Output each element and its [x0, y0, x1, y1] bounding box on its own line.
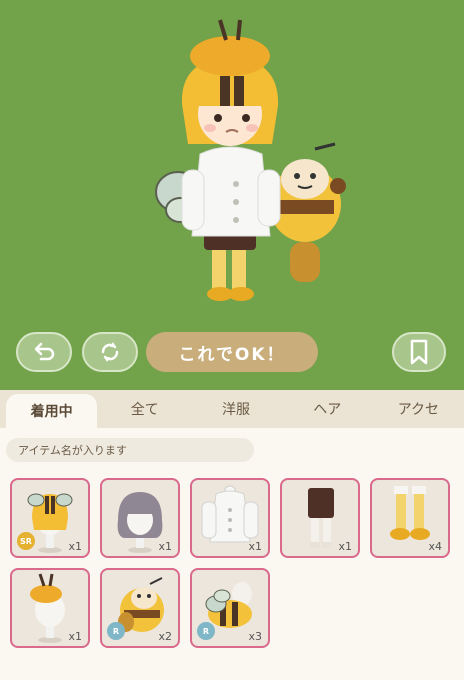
item-tile[interactable]: x1: [190, 478, 270, 558]
item-tile[interactable]: x1: [100, 478, 180, 558]
item-tile[interactable]: R x2: [100, 568, 180, 648]
item-tile[interactable]: x1: [10, 568, 90, 648]
item-tile[interactable]: x1: [280, 478, 360, 558]
tab-all[interactable]: 全て: [99, 390, 190, 428]
item-count: x1: [68, 630, 82, 643]
item-count: x1: [338, 540, 352, 553]
item-name-row: アイテム名が入ります: [0, 428, 464, 470]
item-count: x2: [158, 630, 172, 643]
item-tile[interactable]: R x3: [190, 568, 270, 648]
item-count: x3: [248, 630, 262, 643]
rarity-badge: R: [107, 622, 125, 640]
item-name-label: アイテム名が入ります: [6, 438, 254, 462]
tab-accessories[interactable]: アクセ: [373, 390, 464, 428]
item-count: x1: [68, 540, 82, 553]
bookmark-button[interactable]: [392, 332, 446, 372]
tab-clothes[interactable]: 洋服: [190, 390, 281, 428]
rarity-badge: R: [197, 622, 215, 640]
refresh-icon: [101, 342, 119, 362]
randomize-button[interactable]: [82, 332, 138, 372]
undo-button[interactable]: [16, 332, 72, 372]
item-count: x1: [248, 540, 262, 553]
confirm-button[interactable]: これでOK！: [146, 332, 318, 372]
category-tabs: 着用中 全て 洋服 ヘア アクセ: [0, 390, 464, 428]
item-count: x4: [428, 540, 442, 553]
item-count: x1: [158, 540, 172, 553]
bookmark-icon: [410, 339, 428, 365]
tab-hair[interactable]: ヘア: [282, 390, 373, 428]
item-grid: SR x1 x1 x1 x1 x4 x1 R x2 R x3: [0, 470, 464, 680]
undo-icon: [34, 342, 55, 361]
rarity-badge: SR: [17, 532, 35, 550]
avatar-stage: これでOK！: [0, 0, 464, 390]
avatar-preview: [155, 19, 346, 301]
tab-wearing[interactable]: 着用中: [6, 394, 98, 428]
item-tile[interactable]: x4: [370, 478, 450, 558]
item-tile[interactable]: SR x1: [10, 478, 90, 558]
